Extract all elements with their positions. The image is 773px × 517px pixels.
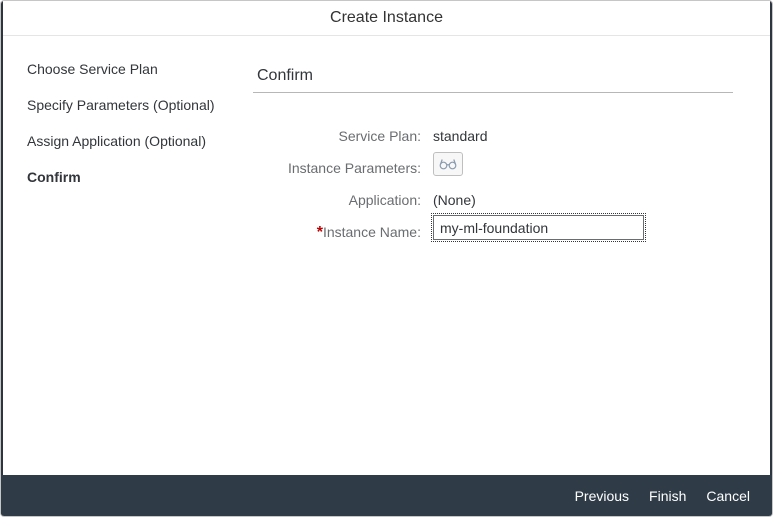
- row-instance-parameters: Instance Parameters:: [253, 152, 733, 186]
- application-value: (None): [433, 192, 476, 208]
- wizard-steps: Choose Service Plan Specify Parameters (…: [27, 59, 237, 203]
- row-application: Application: (None): [253, 190, 733, 218]
- dialog-footer: Previous Finish Cancel: [1, 475, 772, 516]
- cancel-button[interactable]: Cancel: [696, 486, 760, 506]
- section-title: Confirm: [253, 59, 733, 93]
- step-confirm[interactable]: Confirm: [27, 167, 237, 203]
- footer-buttons: Previous Finish Cancel: [565, 475, 760, 516]
- dialog-left-border: [1, 1, 3, 516]
- step-choose-service-plan[interactable]: Choose Service Plan: [27, 59, 237, 95]
- dialog-title: Create Instance: [1, 1, 772, 36]
- row-instance-name: *Instance Name:: [253, 213, 733, 250]
- service-plan-label: Service Plan:: [338, 128, 421, 144]
- instance-name-label: Instance Name:: [322, 224, 421, 240]
- previous-button[interactable]: Previous: [565, 486, 639, 506]
- finish-button[interactable]: Finish: [639, 486, 696, 506]
- service-plan-value: standard: [433, 128, 488, 144]
- create-instance-dialog: Create Instance Choose Service Plan Spec…: [0, 0, 773, 517]
- view-parameters-button[interactable]: [433, 152, 463, 176]
- dialog-right-border: [770, 1, 772, 516]
- instance-name-label-wrapper: *Instance Name:: [253, 222, 421, 243]
- instance-parameters-label: Instance Parameters:: [287, 160, 421, 176]
- step-specify-parameters[interactable]: Specify Parameters (Optional): [27, 95, 237, 131]
- step-assign-application[interactable]: Assign Application (Optional): [27, 131, 237, 167]
- confirm-panel: Confirm Service Plan: standard Instance …: [253, 59, 733, 242]
- row-service-plan: Service Plan: standard: [253, 126, 733, 154]
- instance-name-input[interactable]: [431, 213, 646, 242]
- glasses-icon: [439, 159, 457, 170]
- application-label: Application:: [348, 192, 421, 208]
